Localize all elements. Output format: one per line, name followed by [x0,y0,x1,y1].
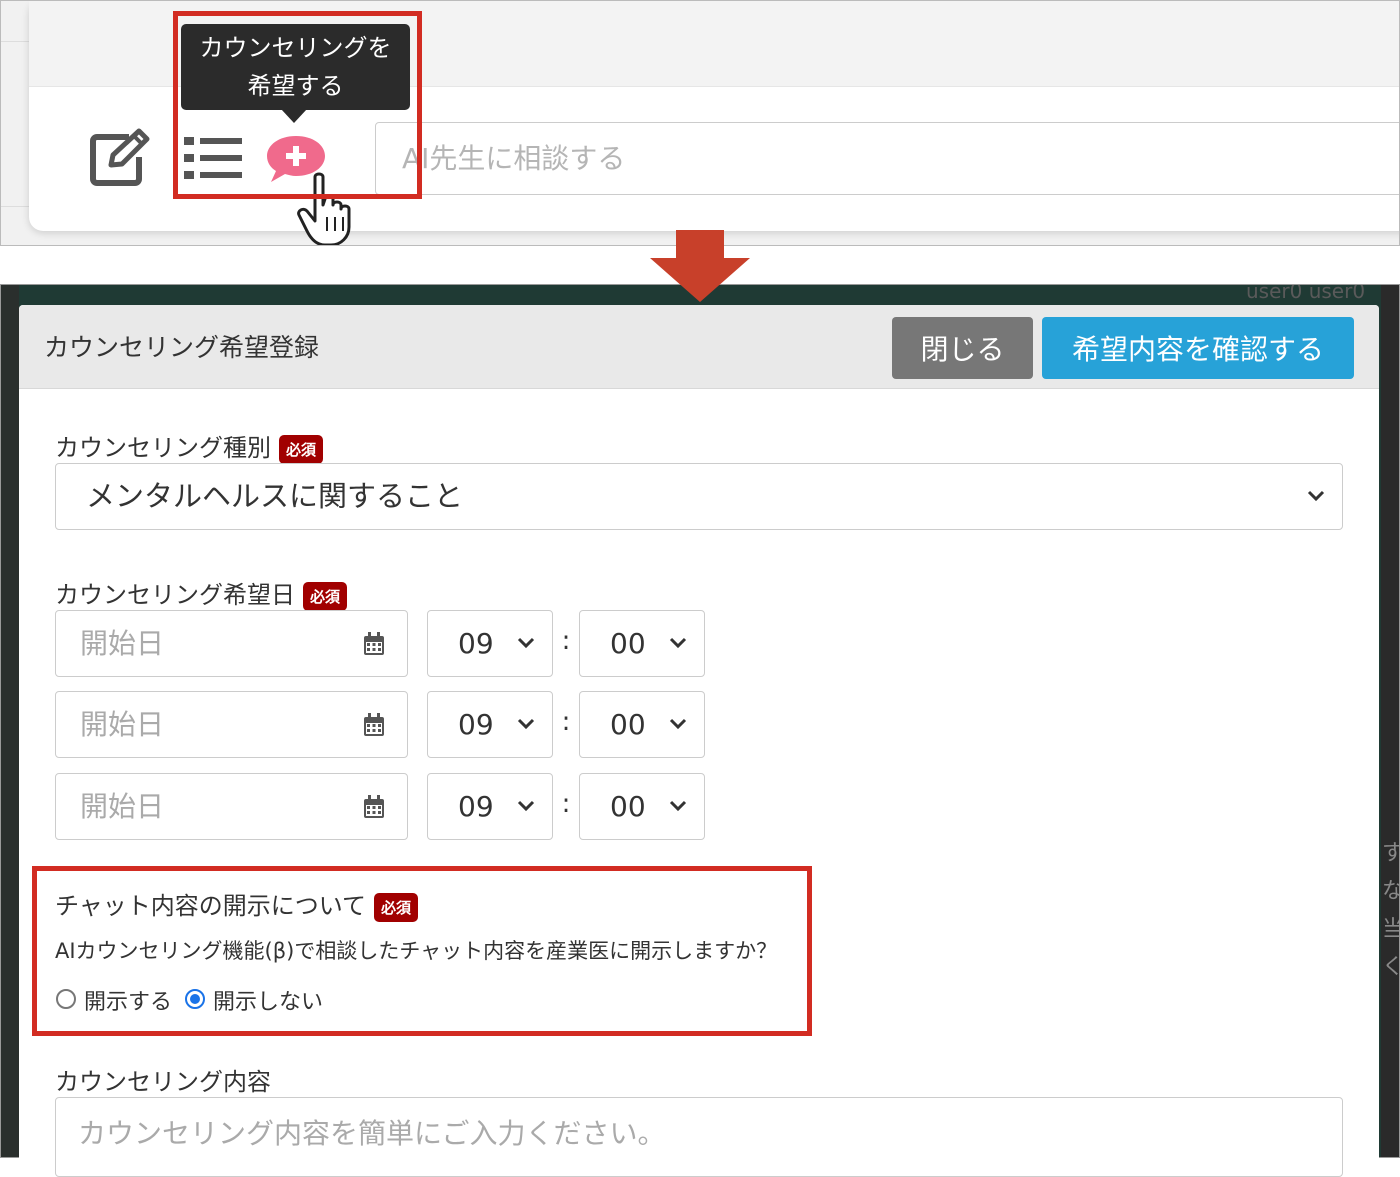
confirm-request-button[interactable]: 希望内容を確認する [1042,317,1354,379]
background-text: 当 [1382,911,1399,943]
background-user-name: user0 user0 [1246,284,1366,303]
modal-title: カウンセリング希望登録 [44,333,320,362]
counseling-type-label: カウンセリング種別 必須 [55,428,324,464]
background-text: な [1382,873,1399,905]
counseling-type-select[interactable]: メンタルヘルスに関すること [55,463,1343,530]
required-badge: 必須 [303,581,348,611]
date-placeholder: 開始日 [80,708,165,741]
chevron-down-icon [669,800,687,811]
counseling-content-label: カウンセリング内容 [55,1068,271,1096]
chevron-down-icon [517,637,535,648]
background-text: く [1382,949,1399,981]
edit-icon[interactable] [89,127,153,187]
background-overlay [1,285,19,1157]
date-placeholder: 開始日 [80,790,165,823]
time-separator: : [561,626,571,656]
background-text: す [1382,835,1399,867]
time-separator: : [561,789,571,819]
hour-value: 09 [458,627,494,660]
hour-select[interactable]: 09 [427,773,553,840]
start-date-input[interactable]: 開始日 [55,610,408,677]
calendar-icon [364,713,384,736]
calendar-icon [364,632,384,655]
date-placeholder: 開始日 [80,627,165,660]
chevron-down-icon [669,718,687,729]
minute-select[interactable]: 00 [579,610,705,677]
chevron-down-icon [1307,490,1325,501]
calendar-icon [364,795,384,818]
divider [1,206,29,207]
hour-select[interactable]: 09 [427,610,553,677]
highlight-frame [173,11,422,199]
start-date-input[interactable]: 開始日 [55,691,408,758]
close-button[interactable]: 閉じる [892,317,1033,379]
minute-select[interactable]: 00 [579,691,705,758]
hour-value: 09 [458,708,494,741]
ai-consult-input[interactable] [375,122,1399,195]
minute-value: 00 [610,627,646,660]
start-date-input[interactable]: 開始日 [55,773,408,840]
field-label-text: カウンセリング希望日 [55,581,295,609]
counseling-content-textarea[interactable]: カウンセリング内容を簡単にご入力ください。 [55,1097,1343,1177]
textarea-placeholder: カウンセリング内容を簡単にご入力ください。 [78,1117,666,1150]
required-badge: 必須 [279,434,324,464]
background-overlay [1381,285,1399,1157]
chevron-down-icon [517,800,535,811]
chevron-down-icon [517,718,535,729]
minute-select[interactable]: 00 [579,773,705,840]
field-label-text: カウンセリング種別 [55,434,271,462]
select-value: メンタルヘルスに関すること [86,479,464,513]
minute-value: 00 [610,708,646,741]
chevron-down-icon [669,637,687,648]
divider [1,41,29,42]
hour-select[interactable]: 09 [427,691,553,758]
time-separator: : [561,707,571,737]
minute-value: 00 [610,790,646,823]
hour-value: 09 [458,790,494,823]
arrow-down-icon [650,230,750,302]
preferred-date-label: カウンセリング希望日 必須 [55,575,348,611]
highlight-frame [32,866,812,1036]
